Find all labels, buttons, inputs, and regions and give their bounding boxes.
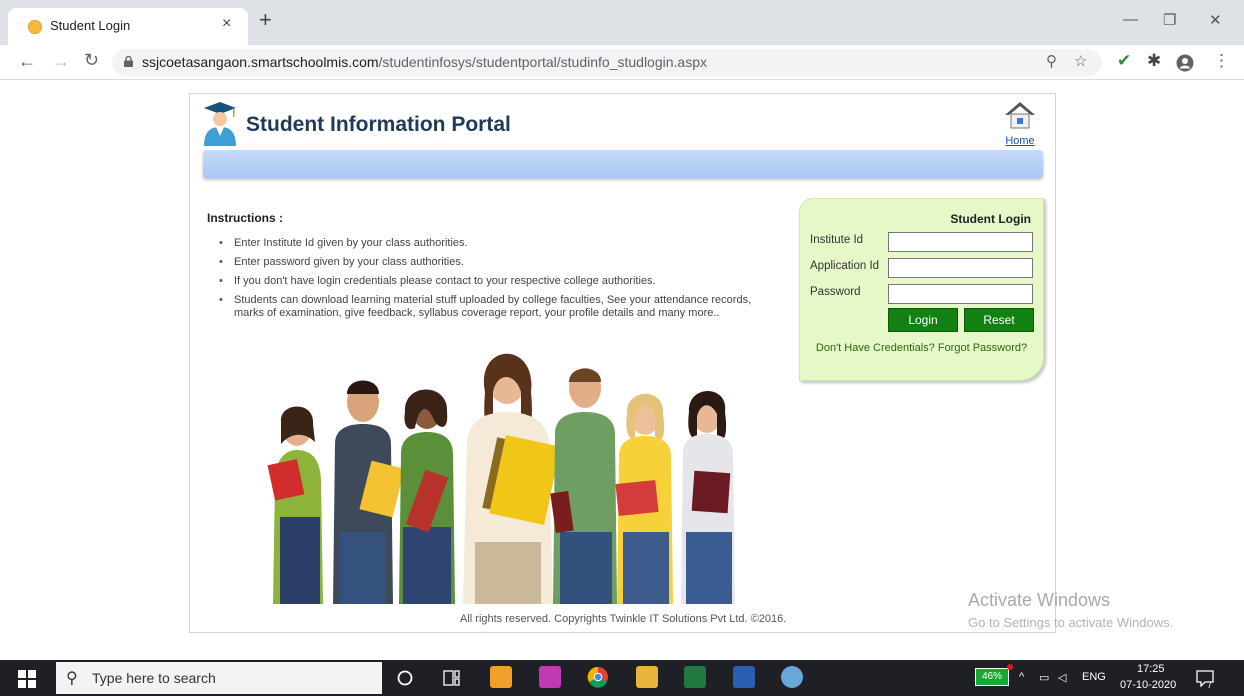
students-group-image [267,353,735,604]
bookmark-star-icon[interactable]: ☆ [1074,52,1087,70]
application-id-label: Application Id [810,260,880,272]
header-bar [203,150,1043,178]
home-label[interactable]: Home [1005,135,1034,147]
close-window-button[interactable]: ✕ [1209,11,1222,29]
chevron-up-icon[interactable]: ^ [1019,671,1024,683]
zoom-icon[interactable]: ⚲ [1046,52,1057,70]
home-icon [1005,102,1035,129]
new-tab-button[interactable]: + [259,9,272,31]
url-host: ssjcoetasangaon.smartschoolmis.com [142,54,379,70]
institute-id-label: Institute Id [810,234,864,246]
instruction-item: Enter password given by your class autho… [217,256,777,269]
notification-count: 7 [1207,680,1213,690]
extensions-puzzle-icon[interactable]: ✱ [1147,51,1161,71]
tab-close-button[interactable]: × [222,15,231,33]
activate-windows-title: Activate Windows [968,590,1111,610]
network-icon[interactable]: ▭ [1039,671,1049,684]
footer-copyright: All rights reserved. Copyrights Twinkle … [460,613,787,625]
password-input[interactable] [888,284,1033,304]
excel-icon[interactable] [684,666,706,688]
url-text: ssjcoetasangaon.smartschoolmis.com/stude… [142,54,707,70]
snipping-tool-icon[interactable] [781,666,803,688]
address-bar[interactable]: ssjcoetasangaon.smartschoolmis.com/stude… [112,49,1102,76]
application-id-input[interactable] [888,258,1033,278]
reload-icon[interactable]: ↻ [84,50,99,71]
profile-avatar-icon[interactable] [1176,54,1194,72]
language-indicator[interactable]: ENG [1082,671,1106,683]
activate-windows-subtitle: Go to Settings to activate Windows. [968,615,1174,630]
battery-warning-dot [1007,664,1013,670]
clock-date[interactable]: 07-10-2020 [1120,679,1176,691]
no-credentials-link[interactable]: Don't Have Credentials? [816,342,935,354]
sublime-text-icon[interactable] [490,666,512,688]
taskbar-search-placeholder: Type here to search [92,670,216,686]
url-path: /studentinfosys/studentportal/studinfo_s… [378,54,707,70]
favicon-icon [28,20,42,34]
speaker-icon[interactable]: ◁ [1058,671,1066,684]
credential-links: Don't Have Credentials? Forgot Password? [800,342,1043,354]
chrome-icon[interactable] [587,666,609,688]
kebab-menu-icon[interactable]: ⋮ [1213,51,1230,71]
taskbar-search-box[interactable]: ⚲ Type here to search [56,662,382,694]
onenote-app-icon[interactable] [539,666,561,688]
cortana-icon[interactable] [397,670,413,686]
back-arrow-icon[interactable]: ← [18,51,36,72]
instructions-heading: Instructions : [207,211,284,225]
home-link[interactable]: Home [1000,99,1040,149]
task-view-icon[interactable] [443,669,461,687]
restore-button[interactable]: ❐ [1163,11,1176,29]
instructions-list: Enter Institute Id given by your class a… [217,237,777,326]
word-icon[interactable] [733,666,755,688]
windows-taskbar: ⚲ Type here to search 46% ^ ▭ ◁ ENG 17:2… [0,660,1244,696]
instruction-item: If you don't have login credentials plea… [217,275,777,288]
portal-container: Student Information Portal Home Instruct… [189,93,1056,633]
checkmark-extension-icon[interactable]: ✔ [1117,51,1131,71]
instruction-item: Enter Institute Id given by your class a… [217,237,777,250]
battery-indicator[interactable]: 46% [975,668,1009,686]
browser-tab-strip: Student Login × + — ❐ ✕ [0,0,1244,45]
password-label: Password [810,286,861,298]
forward-arrow-icon[interactable]: → [52,51,70,72]
tab-title: Student Login [50,18,131,33]
page-title: Student Information Portal [246,113,511,136]
login-panel: Student Login Institute Id Application I… [799,198,1044,381]
institute-id-input[interactable] [888,232,1033,252]
reset-button[interactable]: Reset [964,308,1034,332]
login-title: Student Login [950,212,1031,226]
clock-time[interactable]: 17:25 [1137,663,1165,675]
lock-icon [124,56,133,67]
file-explorer-icon[interactable] [636,666,658,688]
browser-tab[interactable]: Student Login × [8,8,248,45]
forgot-password-link[interactable]: Forgot Password? [938,342,1027,354]
search-icon: ⚲ [66,670,78,687]
minimize-button[interactable]: — [1123,11,1138,28]
instruction-item: Students can download learning material … [217,294,777,320]
login-button[interactable]: Login [888,308,958,332]
windows-start-icon[interactable] [18,670,36,688]
graduate-student-icon [204,102,236,146]
address-toolbar: ← → ↻ ssjcoetasangaon.smartschoolmis.com… [0,45,1244,80]
